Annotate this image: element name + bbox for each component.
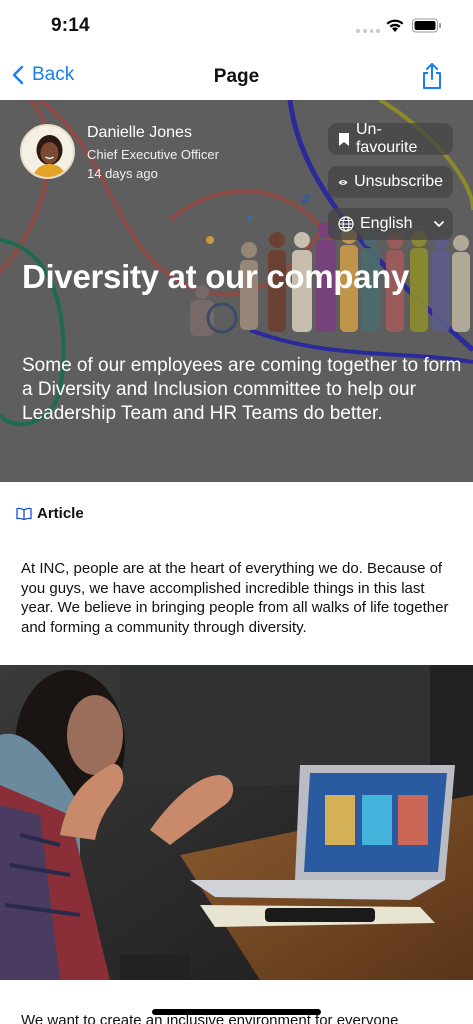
share-button[interactable]	[419, 62, 445, 95]
meeting-photo	[0, 665, 473, 980]
hero-banner: # Danielle Jones Chief Executive Officer…	[0, 100, 473, 482]
author-role: Chief Executive Officer	[87, 147, 219, 162]
status-bar: 9:14	[0, 0, 473, 52]
eye-icon	[338, 179, 348, 185]
language-label: English	[360, 215, 413, 232]
page-title: Page	[213, 66, 260, 87]
hero-title: Diversity at our company	[22, 258, 410, 295]
book-icon	[16, 507, 32, 520]
article-label: Article	[37, 505, 84, 522]
battery-icon	[412, 18, 441, 33]
unfavourite-button[interactable]: Un-favourite	[328, 121, 453, 156]
article-header: Article	[16, 505, 84, 522]
wifi-icon	[386, 19, 404, 32]
share-icon	[423, 63, 441, 89]
language-selector[interactable]: English	[328, 208, 453, 240]
svg-text:#: #	[300, 192, 312, 208]
post-timestamp: 14 days ago	[87, 166, 158, 181]
author-name: Danielle Jones	[87, 124, 192, 141]
home-indicator[interactable]	[152, 1009, 321, 1015]
status-time: 9:14	[51, 15, 90, 36]
avatar[interactable]	[20, 124, 75, 179]
globe-icon	[338, 216, 354, 232]
chevron-down-icon	[434, 221, 444, 227]
unsubscribe-button[interactable]: Unsubscribe	[328, 166, 453, 198]
article-section: Article At INC, people are at the heart …	[0, 482, 473, 665]
bookmark-icon	[338, 132, 349, 146]
navigation-bar: Back Page	[0, 52, 473, 100]
unfavourite-label: Un-favourite	[355, 121, 418, 156]
signal-dots-icon	[356, 29, 380, 34]
unsubscribe-label: Unsubscribe	[354, 173, 443, 190]
article-image	[0, 665, 473, 980]
article-body: At INC, people are at the heart of every…	[21, 560, 449, 636]
hero-description: Some of our employees are coming togethe…	[22, 355, 462, 424]
